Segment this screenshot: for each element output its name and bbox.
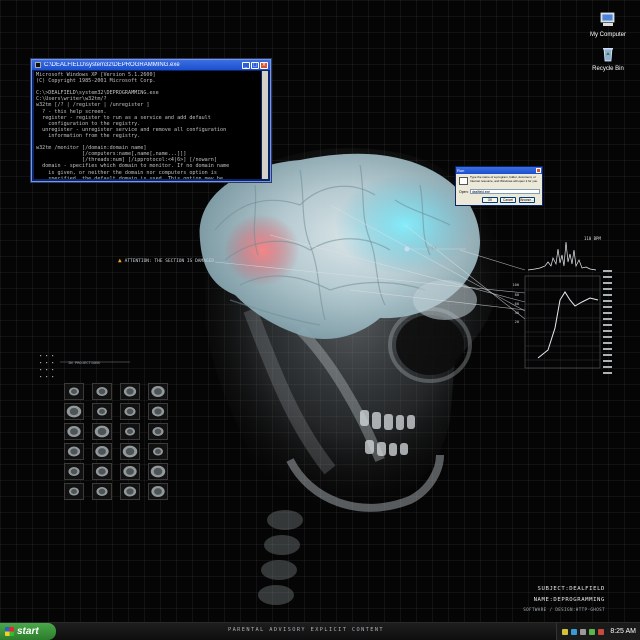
network-icon[interactable] [571,628,578,635]
run-program-icon [459,177,468,185]
run-message: Type the name of a program, folder, docu… [470,175,539,183]
mri-slice-thumbnail [92,483,112,500]
gauge-tick-label: 40 [515,311,519,315]
credits-line: SOFTWARE / DESIGN:HTTP-GHOST [523,607,605,612]
cmd-console-output[interactable]: Microsoft Windows XP [Version 5.1.2600] … [34,71,261,179]
mri-slice-thumbnail [92,443,112,460]
mri-slice-thumbnail [148,403,168,420]
close-button[interactable]: × [260,61,268,69]
cmd-scrollbar[interactable] [262,71,268,179]
run-titlebar[interactable]: Run [456,167,542,174]
alert-icon[interactable] [598,628,605,635]
recycle-bin-icon [603,48,613,62]
mri-slice-thumbnail [148,383,168,400]
cmd-titlebar[interactable]: C:\DEALFIELD\system32\DEPROGRAMMING.exe … [32,60,270,70]
heartbeat-waveform [527,241,597,271]
mri-slice-thumbnail [120,443,140,460]
run-browse-button[interactable]: Browse... [519,197,535,203]
clock[interactable]: 8:25 AM [610,628,636,635]
mri-slice-thumbnail [64,423,84,440]
desktop-icon-label: Recycle Bin [592,66,624,72]
cmd-console-text: Microsoft Windows XP [Version 5.1.2600] … [36,72,230,179]
mri-slice-thumbnail [148,483,168,500]
bpm-readout: 110 BPM [584,236,601,241]
warning-icon: ▲ [118,257,122,264]
system-tray: 8:25 AM [556,623,640,640]
mri-slice-thumbnail [92,463,112,480]
subject-line: SUBJECT:DEALFIELD [537,586,605,592]
start-button[interactable]: start [0,623,56,640]
desktop-icon-label: My Computer [589,32,626,38]
run-open-input[interactable]: dealfield.exe [470,189,540,194]
volume-icon[interactable] [580,628,587,635]
mri-slice-thumbnail [120,423,140,440]
mri-slice-thumbnail [64,403,84,420]
cmd-title: C:\DEALFIELD\system32\DEPROGRAMMING.exe [44,62,180,68]
desktop-icon-my-computer[interactable]: My Computer [588,12,628,38]
mri-slice-thumbnail [120,403,140,420]
mri-slice-thumbnail [148,463,168,480]
area-label: AREA [427,246,437,251]
run-ok-button[interactable]: OK [482,197,498,203]
signal-gauge [524,270,612,374]
maximize-button[interactable]: □ [251,61,259,69]
windows-flag-icon [5,627,14,636]
marker-dot [404,246,410,252]
parental-advisory-text: PARENTAL ADVISORY EXPLICIT CONTENT [228,627,385,633]
gauge-tick-labels: 100 80 60 40 20 [513,283,520,324]
mri-slice-thumbnail [120,383,140,400]
command-prompt-window[interactable]: C:\DEALFIELD\system32\DEPROGRAMMING.exe … [31,59,271,182]
mri-slice-thumbnail [92,423,112,440]
run-dialog[interactable]: Run Type the name of a program, folder, … [455,166,543,206]
mri-slice-thumbnail [64,483,84,500]
subject-info: SUBJECT:DEALFIELD NAME:DEPROGRAMMING SOF… [523,584,605,614]
gauge-tick-label: 100 [513,283,520,287]
damage-warning-text: ATTENTION: THE SECTION IS DAMAGED [124,259,215,264]
damage-warning: ▲ ATTENTION: THE SECTION IS DAMAGED [118,257,214,264]
update-icon[interactable] [589,628,596,635]
run-open-label: Open: [459,190,469,194]
start-label: start [17,626,39,637]
mri-slice-thumbnail [64,383,84,400]
run-title: Run [457,168,465,173]
run-cancel-button[interactable]: Cancel [500,197,516,203]
security-shield-icon[interactable] [562,628,569,635]
name-line: NAME:DEPROGRAMMING [533,597,605,603]
projections-label: IN PROJECTIONS [68,360,101,365]
gauge-tick-label: 60 [515,302,519,306]
cmd-app-icon [35,62,41,68]
taskbar: start PARENTAL ADVISORY EXPLICIT CONTENT… [0,622,640,640]
mri-slice-thumbnail [64,443,84,460]
mri-slice-thumbnail [64,463,84,480]
mri-slice-thumbnail [92,383,112,400]
minimize-button[interactable]: _ [242,61,250,69]
my-computer-icon [600,12,615,26]
gauge-tick-label: 80 [515,293,519,297]
mri-slice-thumbnail [120,483,140,500]
projection-dots [40,355,54,378]
run-close-button[interactable] [536,168,541,173]
mri-slice-thumbnail [120,463,140,480]
mri-slice-thumbnail [148,443,168,460]
desktop-icon-recycle-bin[interactable]: Recycle Bin [588,46,628,72]
mri-scan-grid [64,383,176,503]
mri-slice-thumbnail [92,403,112,420]
gauge-tick-label: 20 [515,320,519,324]
mri-slice-thumbnail [148,423,168,440]
